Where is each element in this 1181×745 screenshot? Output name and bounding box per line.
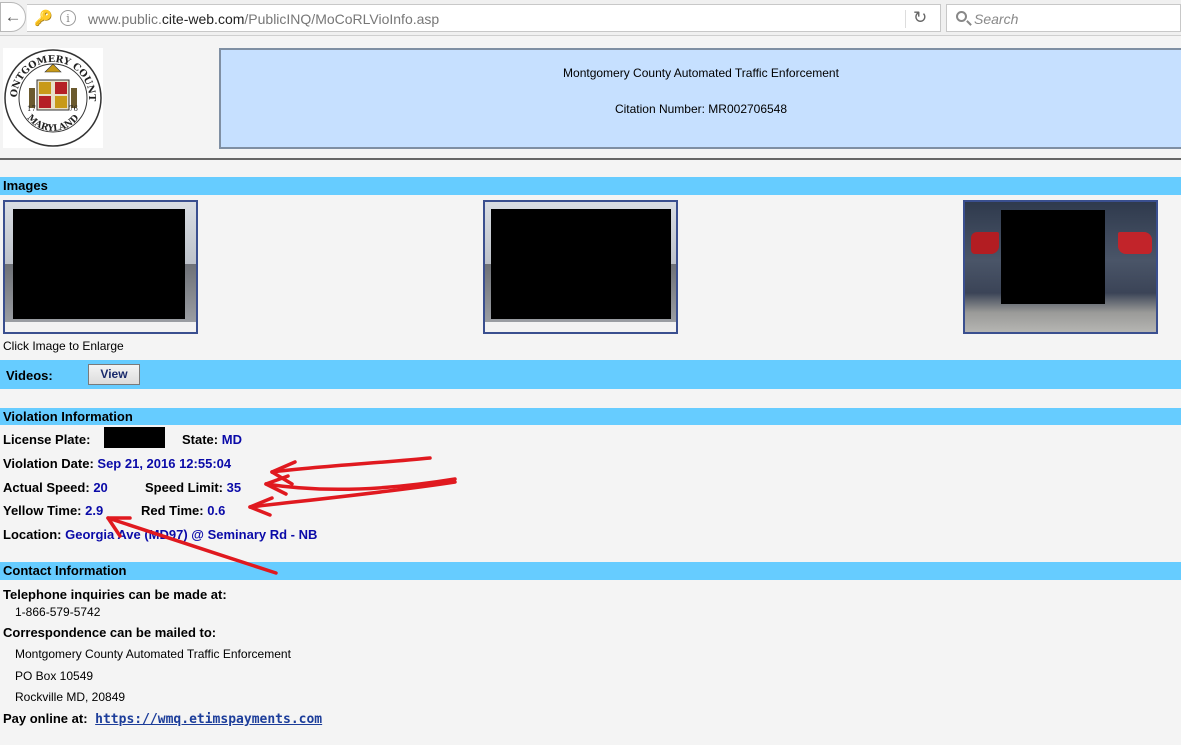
- redaction-box: [491, 209, 671, 319]
- speed-label: Actual Speed:: [3, 480, 90, 495]
- svg-text:76: 76: [69, 105, 78, 113]
- location-field: Location: Georgia Ave (MD97) @ Seminary …: [3, 527, 317, 542]
- videos-label: Videos:: [6, 368, 53, 383]
- violation-section-header: Violation Information: [0, 408, 1181, 425]
- arrowhead-2: [264, 474, 290, 496]
- mail-line-2: PO Box 10549: [15, 669, 94, 683]
- speed-limit-field: Speed Limit: 35: [145, 480, 241, 495]
- arrowhead-3: [248, 496, 274, 517]
- license-plate-redaction: [104, 427, 165, 448]
- actual-speed-field: Actual Speed: 20: [3, 480, 108, 495]
- speed-value: 20: [93, 480, 108, 495]
- limit-value: 35: [226, 480, 242, 495]
- yellow-value: 2.9: [85, 503, 104, 518]
- county-seal-logo: MONTGOMERY COUNTY MARYLAND 17 76: [0, 40, 103, 148]
- citation-number: Citation Number: MR002706548: [614, 102, 788, 116]
- phone-value: 1-866-579-5742: [15, 605, 101, 619]
- violation-image-3[interactable]: [963, 200, 1158, 334]
- header-divider: [0, 158, 1181, 160]
- mail-label: Correspondence can be mailed to:: [3, 625, 217, 640]
- red-time-field: Red Time: 0.6: [141, 503, 225, 518]
- location-label: Location:: [3, 527, 62, 542]
- search-icon: [956, 11, 967, 22]
- address-bar[interactable]: 🔑 i www.public.cite-web.com/PublicINQ/Mo…: [27, 4, 941, 32]
- images-section-header: Images: [0, 177, 1181, 195]
- pay-label: Pay online at:: [3, 711, 88, 726]
- back-button[interactable]: ←: [0, 2, 26, 32]
- key-icon[interactable]: 🔑: [34, 9, 53, 27]
- phone-label: Telephone inquiries can be made at:: [3, 587, 227, 602]
- search-input[interactable]: Search: [946, 4, 1181, 32]
- arrow-to-speed-limit-1: [270, 456, 432, 474]
- image-data-strip: [5, 322, 196, 332]
- date-value: Sep 21, 2016 12:55:04: [97, 456, 232, 471]
- yellow-time-field: Yellow Time: 2.9: [3, 503, 103, 518]
- url-text[interactable]: www.public.cite-web.com/PublicINQ/MoCoRL…: [88, 11, 439, 27]
- mail-line-1: Montgomery County Automated Traffic Enfo…: [15, 647, 291, 661]
- image-data-strip: [485, 322, 676, 332]
- header-title: Montgomery County Automated Traffic Enfo…: [563, 66, 839, 80]
- arrow-to-red-time: [248, 480, 457, 509]
- videos-section: Videos:: [0, 360, 1181, 389]
- state-value: MD: [221, 432, 242, 447]
- url-divider: [905, 10, 906, 28]
- info-icon[interactable]: i: [60, 10, 76, 26]
- plate-label: License Plate:: [3, 432, 91, 447]
- redaction-box: [13, 209, 185, 319]
- mail-line-3: Rockville MD, 20849: [15, 690, 126, 704]
- plate-redaction-box: [1001, 210, 1105, 304]
- back-arrow-icon: ←: [4, 7, 22, 26]
- red-label: Red Time:: [141, 503, 204, 518]
- limit-label: Speed Limit:: [145, 480, 224, 495]
- yellow-label: Yellow Time:: [3, 503, 82, 518]
- taillight-right: [1118, 232, 1152, 254]
- url-domain: cite-web.com: [161, 11, 245, 27]
- url-prefix: www.public.: [88, 11, 162, 27]
- taillight-left: [971, 232, 999, 254]
- contact-section-header: Contact Information: [0, 562, 1181, 580]
- citation-header: Montgomery County Automated Traffic Enfo…: [219, 48, 1181, 149]
- date-label: Violation Date:: [3, 456, 94, 471]
- arrowhead-1: [270, 460, 297, 486]
- state-field: State: MD: [182, 432, 242, 447]
- url-path: /PublicINQ/MoCoRLVioInfo.asp: [244, 11, 440, 27]
- arrow-to-speed-limit-2: [264, 477, 457, 491]
- reload-icon[interactable]: ↻: [913, 8, 927, 28]
- violation-image-1[interactable]: [3, 200, 198, 334]
- view-video-button[interactable]: View: [88, 364, 140, 385]
- browser-toolbar: ← 🔑 i www.public.cite-web.com/PublicINQ/…: [0, 0, 1181, 36]
- pay-online-link[interactable]: https://wmq.etimspayments.com: [95, 712, 322, 727]
- violation-image-2[interactable]: [483, 200, 678, 334]
- violation-date-field: Violation Date: Sep 21, 2016 12:55:04: [3, 456, 231, 471]
- search-placeholder: Search: [974, 11, 1019, 27]
- click-to-enlarge-hint: Click Image to Enlarge: [3, 339, 124, 353]
- pay-online-field: Pay online at: https://wmq.etimspayments…: [3, 711, 322, 727]
- svg-text:17: 17: [27, 105, 36, 113]
- red-value: 0.6: [207, 503, 226, 518]
- location-value: Georgia Ave (MD97) @ Seminary Rd - NB: [65, 527, 318, 542]
- state-label: State:: [182, 432, 219, 447]
